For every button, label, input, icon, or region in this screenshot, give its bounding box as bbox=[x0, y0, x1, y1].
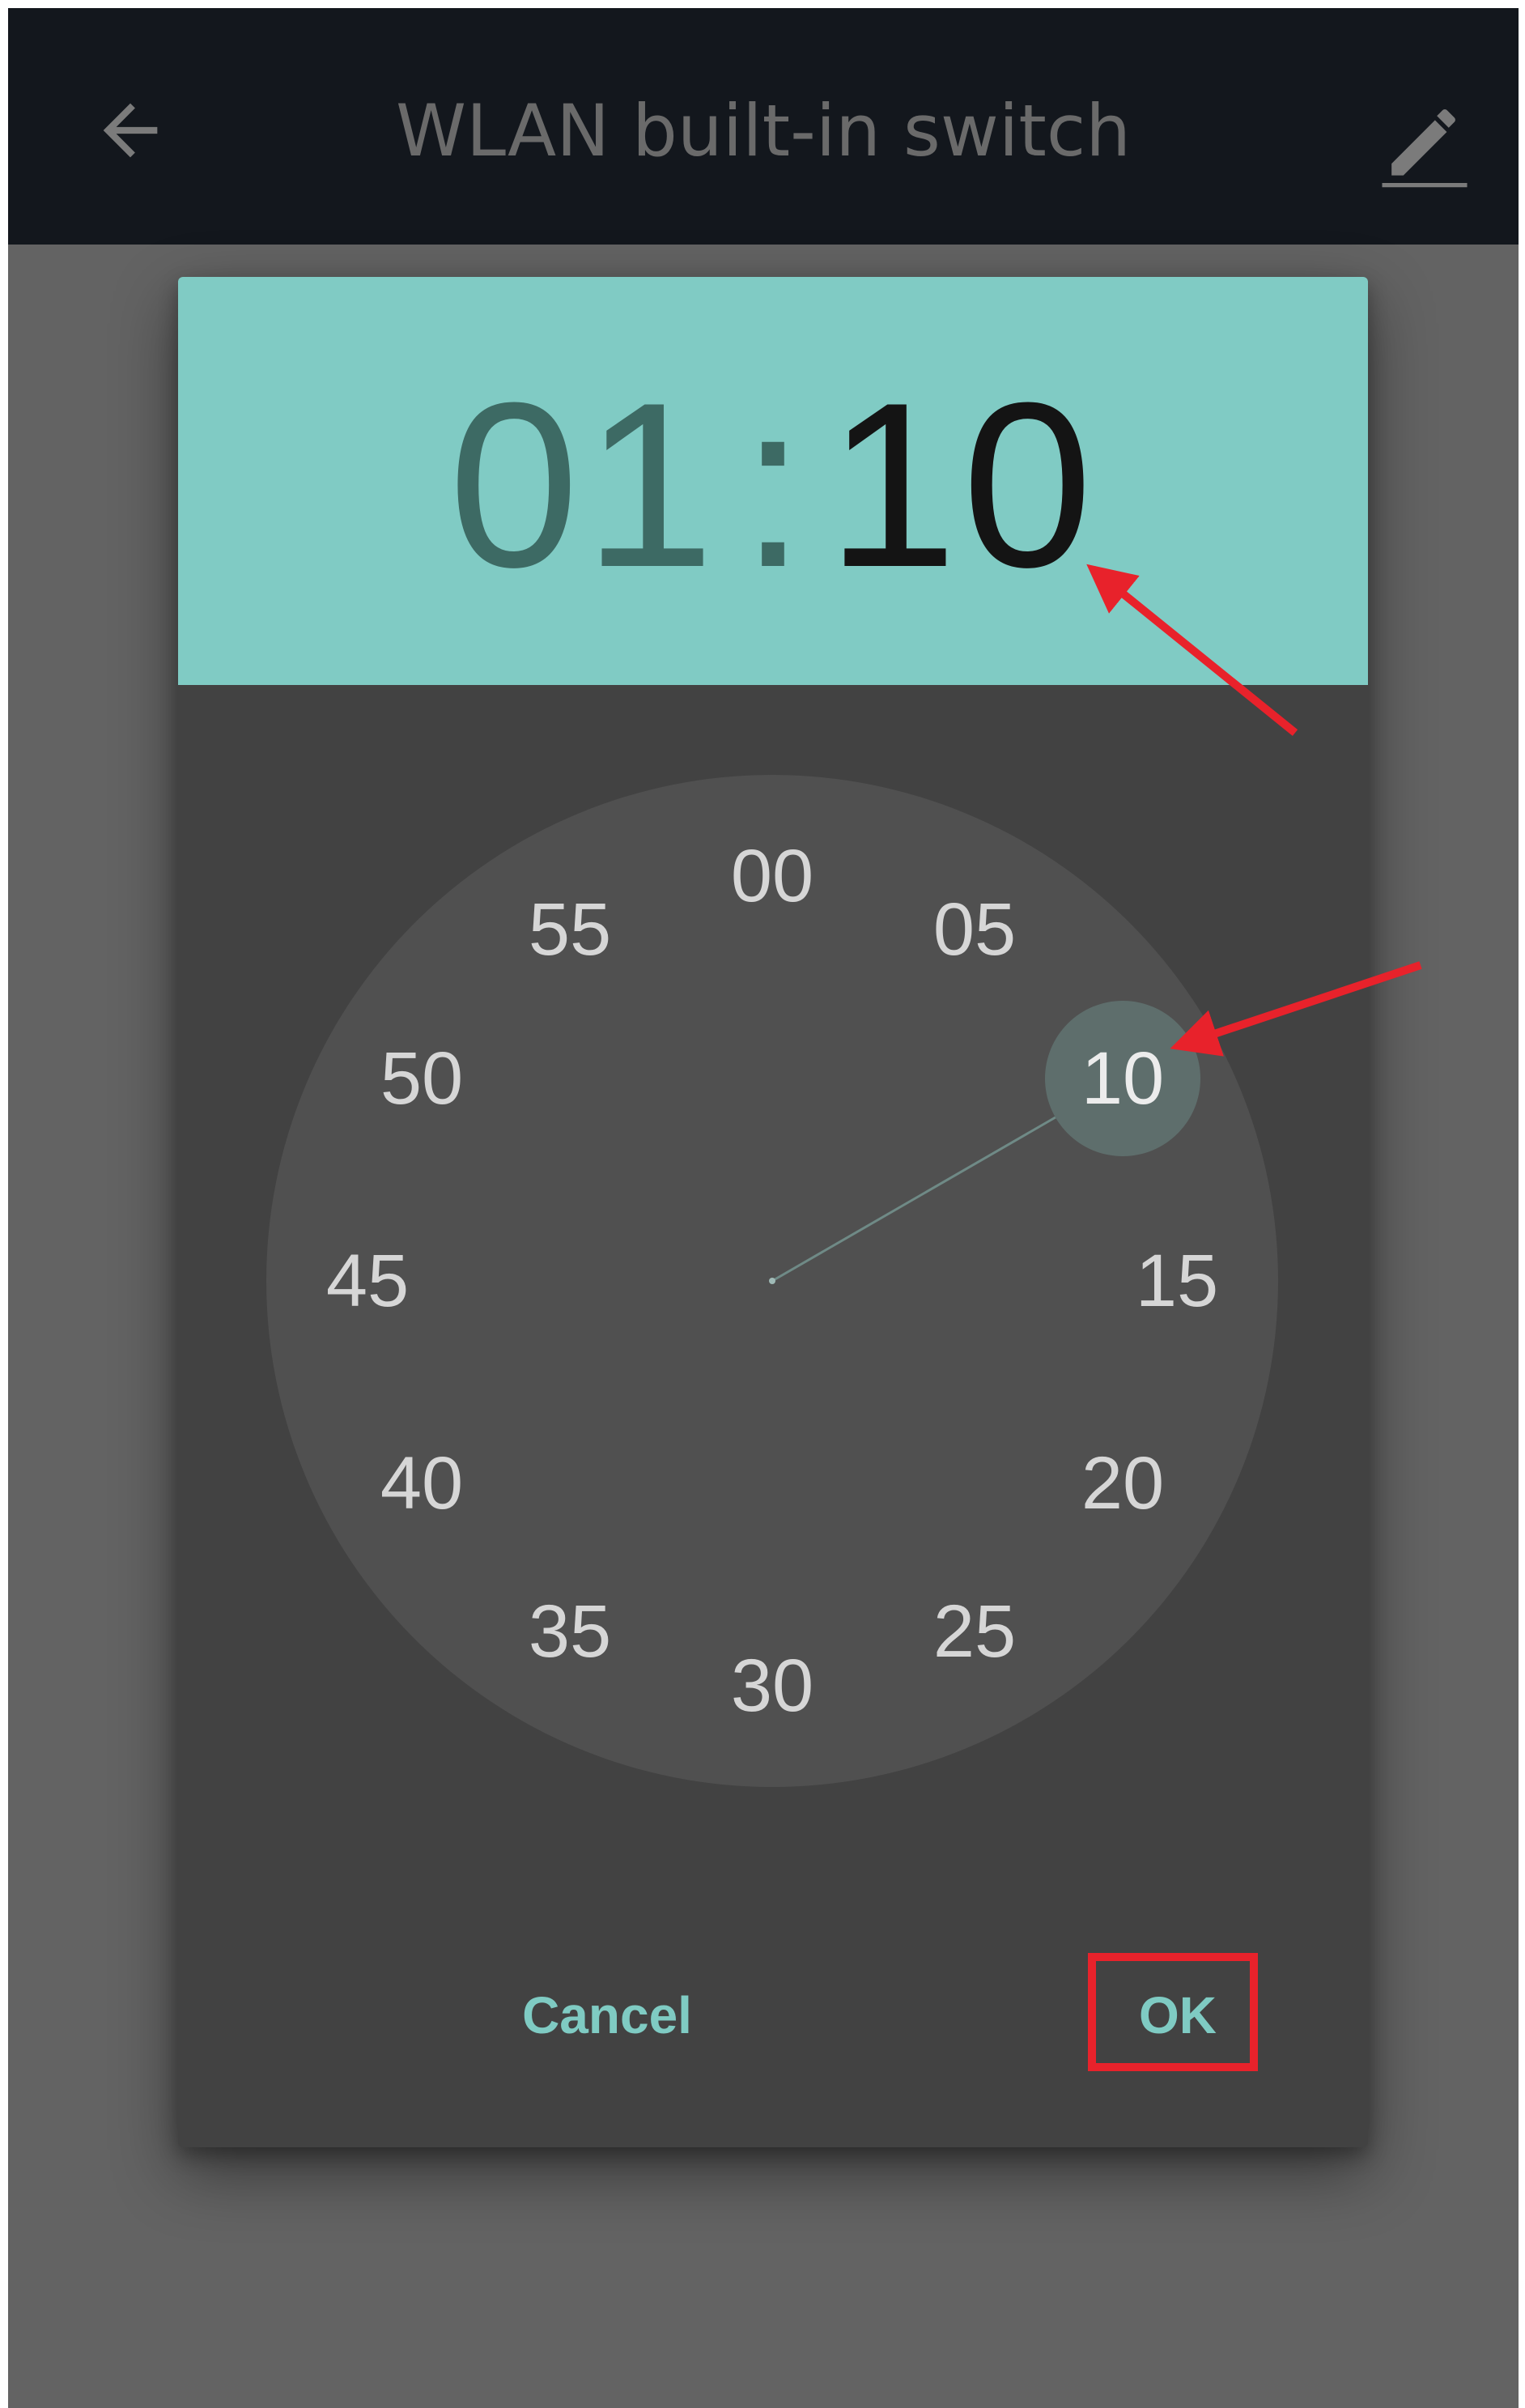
clock-number-30[interactable]: 30 bbox=[716, 1629, 829, 1742]
edit-button[interactable] bbox=[1368, 81, 1481, 194]
clock-number-00[interactable]: 00 bbox=[716, 819, 829, 933]
clock-number-25[interactable]: 25 bbox=[918, 1575, 1031, 1688]
clock-number-45[interactable]: 45 bbox=[311, 1224, 424, 1338]
clock-face[interactable]: 00 05 10 15 20 25 30 35 40 45 50 55 bbox=[266, 775, 1278, 1787]
clock-number-35[interactable]: 35 bbox=[513, 1575, 627, 1688]
clock-number-50[interactable]: 50 bbox=[365, 1022, 478, 1135]
page-title: WLAN built-in switch bbox=[396, 88, 1131, 172]
ok-button[interactable]: OK bbox=[1109, 1963, 1247, 2068]
clock-number-05[interactable]: 05 bbox=[918, 874, 1031, 987]
arrow-left-icon bbox=[103, 103, 158, 158]
screen: WLAN built-in switch 01 : 10 00 05 10 15 20 2… bbox=[8, 8, 1519, 2408]
clock-number-10[interactable]: 10 bbox=[1045, 1001, 1200, 1156]
minutes-value[interactable]: 10 bbox=[826, 368, 1098, 602]
hours-value[interactable]: 01 bbox=[448, 368, 720, 602]
time-display: 01 : 10 bbox=[178, 277, 1368, 685]
time-picker-header: 01 : 10 bbox=[178, 277, 1368, 685]
time-picker-dialog: 01 : 10 00 05 10 15 20 25 30 35 40 45 50 55 Cancel … bbox=[178, 277, 1368, 2147]
pencil-icon bbox=[1382, 109, 1468, 188]
back-button[interactable] bbox=[86, 86, 175, 175]
time-separator: : bbox=[740, 354, 806, 616]
clock-number-20[interactable]: 20 bbox=[1066, 1427, 1179, 1540]
clock-number-40[interactable]: 40 bbox=[365, 1427, 478, 1540]
app-bar: WLAN built-in switch bbox=[8, 8, 1519, 245]
clock-number-15[interactable]: 15 bbox=[1120, 1224, 1234, 1338]
cancel-button[interactable]: Cancel bbox=[469, 1963, 745, 2068]
clock-number-55[interactable]: 55 bbox=[513, 874, 627, 987]
